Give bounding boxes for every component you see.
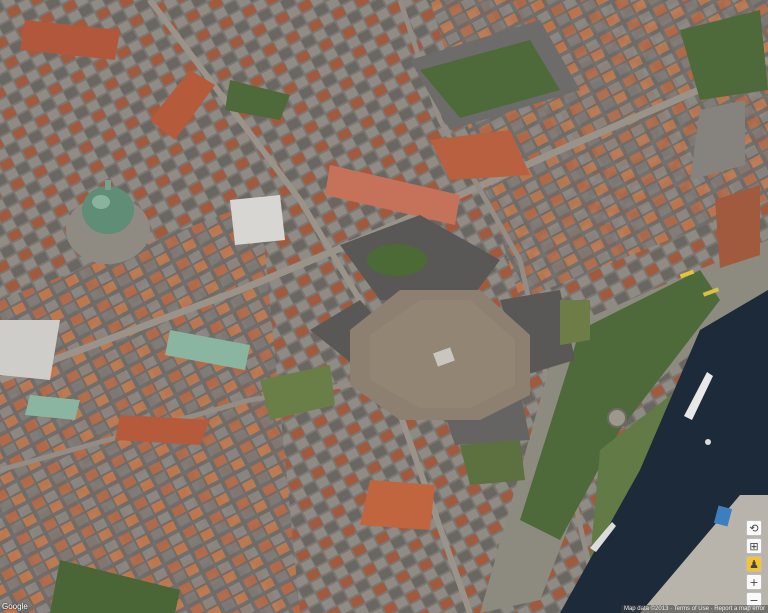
- tilt-icon: ⊞: [749, 539, 759, 553]
- dome: [82, 186, 134, 234]
- aerial-map[interactable]: ⟲ ⊞ ♟ + − Google Map data ©2013 · Terms of U…: [0, 0, 768, 613]
- zoom-in-button[interactable]: +: [746, 574, 762, 590]
- plus-icon: +: [749, 575, 759, 589]
- tilt-button[interactable]: ⊞: [746, 538, 762, 554]
- minus-icon: −: [749, 593, 759, 607]
- rotate-icon: ⟲: [749, 521, 759, 535]
- map-attribution[interactable]: Map data ©2013 · Terms of Use · Report a…: [620, 605, 768, 613]
- aerial-imagery: [0, 0, 768, 613]
- pegman-icon: ♟: [749, 557, 759, 571]
- rotate-button[interactable]: ⟲: [746, 520, 762, 536]
- google-logo: Google: [2, 602, 28, 611]
- pegman-button[interactable]: ♟: [746, 556, 762, 572]
- map-controls: ⟲ ⊞ ♟ + −: [746, 520, 762, 608]
